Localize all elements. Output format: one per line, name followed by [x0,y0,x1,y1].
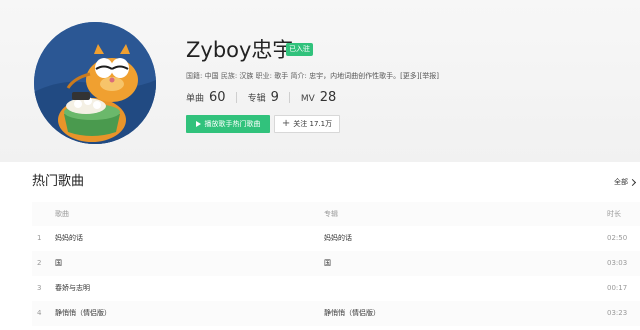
song-title[interactable]: 春娇与志明 [55,276,90,301]
stat-divider [235,91,237,103]
song-duration: 03:23 [607,309,628,317]
hot-songs-table: 歌曲 专辑 时长 1 妈妈的话 妈妈的话 02:50 2 国 国 03:03 3… [32,202,640,326]
column-header-song: 歌曲 [55,210,69,218]
row-index: 4 [37,309,42,317]
verified-badge: 已入驻 [286,43,313,56]
table-row[interactable]: 2 国 国 03:03 [32,251,640,276]
album-title[interactable]: 国 [324,251,331,276]
bio-label: 简介: [290,72,307,80]
follow-button-label: 关注 17.1万 [293,120,333,128]
artist-name: Zyboy忠宇 [186,38,294,62]
song-title[interactable]: 国 [55,251,62,276]
follow-button[interactable]: + 关注 17.1万 [274,115,340,133]
garfield-avatar-image [34,22,156,144]
more-link[interactable]: [更多] [400,72,419,80]
ethnicity-label: 民族: [220,72,238,80]
table-row[interactable]: 1 妈妈的话 妈妈的话 02:50 [32,226,640,251]
plus-icon: + [281,118,291,129]
stat-value: 9 [270,89,279,105]
stat-label: 专辑 [247,93,266,104]
all-link-label: 全部 [614,178,628,186]
table-row[interactable]: 4 静悄悄（情侣版） 静悄悄（情侣版） 03:23 [32,301,640,326]
song-duration: 02:50 [607,234,628,242]
hot-songs-title: 热门歌曲 [32,174,85,189]
artist-stats: 单曲 60 专辑 9 MV 28 [186,89,336,105]
stat-singles[interactable]: 单曲 60 [186,90,226,105]
nationality-label: 国籍: [186,72,203,80]
ethnicity-value: 汉族 [239,72,254,80]
report-link[interactable]: [举报] [420,72,439,80]
bio-text: 忠宇，内地词曲创作性歌手。 [309,72,401,80]
artist-header: Zyboy忠宇 已入驻 国籍: 中国 民族: 汉族 职业: 歌手 简介: 忠宇，… [0,0,640,162]
row-index: 1 [37,234,42,242]
row-index: 2 [37,259,42,267]
stat-divider [288,91,290,103]
stat-mv[interactable]: MV 28 [301,90,336,105]
song-title[interactable]: 静悄悄（情侣版） [55,301,111,326]
stat-albums[interactable]: 专辑 9 [248,90,279,105]
album-title[interactable]: 妈妈的话 [324,226,352,251]
song-duration: 00:17 [607,284,628,292]
occupation-label: 职业: [255,72,273,80]
occupation-value: 歌手 [274,72,289,80]
song-duration: 03:03 [607,259,628,267]
chevron-right-icon [628,178,637,186]
play-icon [195,121,201,127]
stat-value: 28 [319,89,337,105]
column-header-album: 专辑 [324,210,338,218]
stat-value: 60 [209,89,226,105]
table-header: 歌曲 专辑 时长 [32,202,640,226]
column-header-duration: 时长 [607,210,621,218]
stat-label: 单曲 [186,93,205,104]
play-hot-songs-button[interactable]: 播放歌手热门歌曲 [186,115,270,133]
row-index: 3 [37,284,42,292]
nationality-value: 中国 [204,72,219,80]
table-row[interactable]: 3 春娇与志明 00:17 [32,276,640,301]
artist-intro: 国籍: 中国 民族: 汉族 职业: 歌手 简介: 忠宇，内地词曲创作性歌手。[更… [186,71,439,81]
artist-avatar[interactable] [34,22,156,144]
all-songs-link[interactable]: 全部 [614,177,637,187]
album-title[interactable]: 静悄悄（情侣版） [324,301,380,326]
play-button-label: 播放歌手热门歌曲 [204,120,261,128]
song-title[interactable]: 妈妈的话 [55,226,83,251]
stat-label: MV [300,93,315,104]
